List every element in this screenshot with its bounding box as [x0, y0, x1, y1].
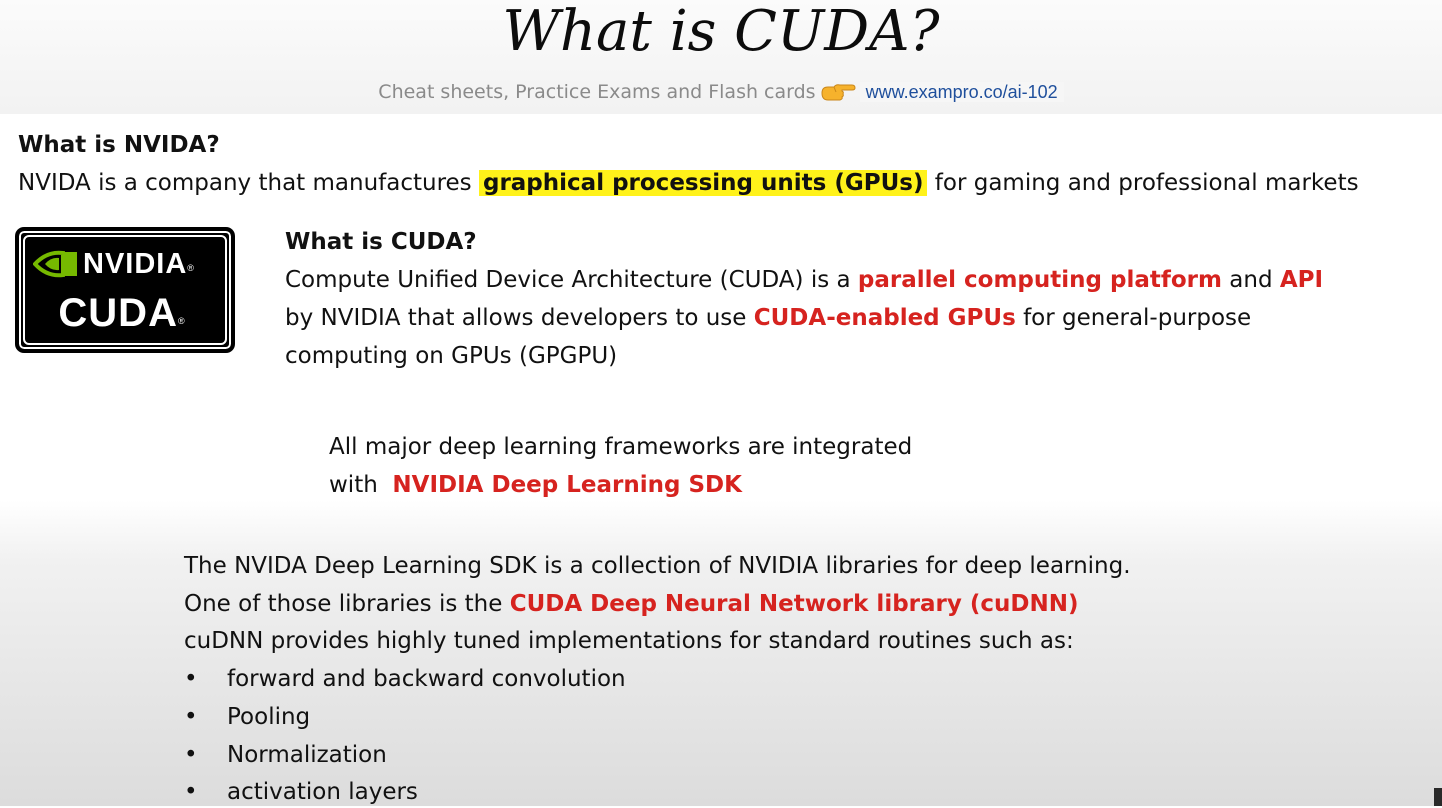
cuda-line-2: by NVIDIA that allows developers to use …	[285, 302, 1251, 334]
parallel-platform-emphasis: parallel computing platform	[857, 267, 1222, 293]
bullet-marker: •	[184, 704, 198, 730]
nvidia-text-before: NVIDA is a company that manufactures	[18, 170, 472, 196]
cuda-line-3: computing on GPUs (GPGPU)	[285, 343, 618, 369]
sdk-line-2: One of those libraries is the CUDA Deep …	[184, 588, 1079, 620]
cuda-text: and	[1229, 267, 1273, 293]
nvidia-cuda-logo: NVIDIA® CUDA®	[16, 228, 234, 352]
nvidia-eye-icon	[33, 250, 77, 278]
sdk-emphasis: NVIDIA Deep Learning SDK	[392, 472, 742, 498]
nvidia-description: NVIDA is a company that manufactures gra…	[18, 167, 1359, 199]
cuda-text: for general-purpose	[1023, 305, 1252, 331]
nvidia-heading: What is NVIDA?	[18, 132, 220, 158]
corner-mark	[1434, 788, 1442, 806]
promo-link[interactable]: www.exampro.co/ai-102	[859, 82, 1064, 102]
list-item: forward and backward convolution	[227, 666, 626, 692]
bullet-marker: •	[184, 742, 198, 768]
api-emphasis: API	[1279, 267, 1324, 293]
bullet-marker: •	[184, 779, 198, 805]
list-item: Normalization	[227, 742, 387, 768]
frameworks-line-1: All major deep learning frameworks are i…	[329, 434, 913, 460]
logo-brand: NVIDIA®	[83, 248, 195, 280]
gpu-highlight: graphical processing units (GPUs)	[478, 170, 928, 196]
header-band: What is CUDA? Cheat sheets, Practice Exa…	[0, 0, 1442, 114]
frameworks-text: with	[329, 472, 378, 498]
cudnn-emphasis: CUDA Deep Neural Network library (cuDNN)	[509, 591, 1079, 617]
sdk-text: One of those libraries is the	[184, 591, 503, 617]
cuda-text: Compute Unified Device Architecture (CUD…	[285, 267, 851, 293]
pointing-hand-icon	[820, 79, 856, 103]
logo-product: CUDA®	[58, 291, 186, 335]
page-title: What is CUDA?	[502, 0, 940, 64]
promo-line: Cheat sheets, Practice Exams and Flash c…	[0, 78, 1442, 106]
frameworks-line-2: with NVIDIA Deep Learning SDK	[329, 469, 742, 501]
list-item: Pooling	[227, 704, 311, 730]
bullet-marker: •	[184, 666, 198, 692]
nvidia-text-after: for gaming and professional markets	[934, 170, 1359, 196]
list-item: activation layers	[227, 779, 418, 805]
cuda-heading: What is CUDA?	[285, 229, 477, 255]
cuda-line-1: Compute Unified Device Architecture (CUD…	[285, 264, 1323, 296]
sdk-line-1: The NVIDA Deep Learning SDK is a collect…	[184, 553, 1131, 579]
promo-text: Cheat sheets, Practice Exams and Flash c…	[378, 81, 816, 103]
sdk-line-3: cuDNN provides highly tuned implementati…	[184, 628, 1074, 654]
cuda-gpus-emphasis: CUDA-enabled GPUs	[753, 305, 1016, 331]
cuda-text: by NVIDIA that allows developers to use	[285, 305, 747, 331]
